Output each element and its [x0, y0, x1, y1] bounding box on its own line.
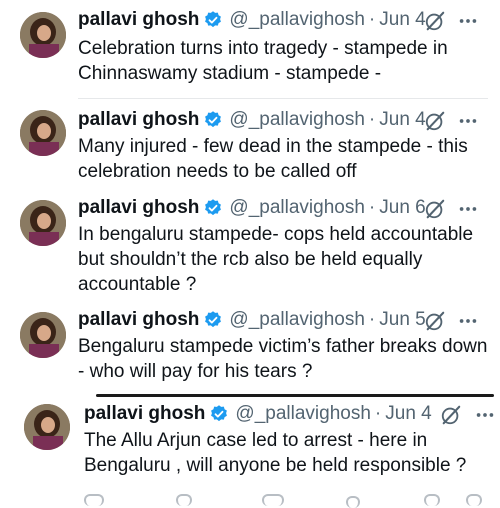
- verified-badge-icon: [203, 110, 223, 130]
- author-handle[interactable]: @_pallavighosh: [235, 403, 371, 425]
- more-options-icon[interactable]: [457, 10, 479, 32]
- author-handle[interactable]: @_pallavighosh: [229, 9, 365, 31]
- tweet-2[interactable]: pallavi ghosh @_pallavighosh · Jun 4 Man…: [0, 100, 500, 192]
- tweet-header: pallavi ghosh @_pallavighosh · Jun 4: [78, 8, 426, 32]
- tweet-5[interactable]: pallavi ghosh @_pallavighosh · Jun 4 The…: [0, 396, 500, 500]
- verified-badge-icon: [209, 404, 229, 424]
- avatar[interactable]: [20, 312, 66, 358]
- tweet-date[interactable]: Jun 6: [379, 197, 425, 219]
- verified-badge-icon: [203, 198, 223, 218]
- author-name[interactable]: pallavi ghosh: [78, 109, 199, 131]
- more-options-icon[interactable]: [457, 110, 479, 132]
- tweet-date[interactable]: Jun 4: [379, 109, 425, 131]
- avatar-photo: [20, 200, 66, 246]
- tweet-3[interactable]: pallavi ghosh @_pallavighosh · Jun 6 In …: [0, 192, 500, 304]
- share-icon[interactable]: [466, 494, 482, 506]
- grok-slash-icon[interactable]: [440, 404, 462, 426]
- tweet-4[interactable]: pallavi ghosh @_pallavighosh · Jun 5 Ben…: [0, 304, 500, 390]
- tweet-header: pallavi ghosh @_pallavighosh · Jun 4: [78, 108, 426, 132]
- author-name[interactable]: pallavi ghosh: [78, 9, 199, 31]
- grok-slash-icon[interactable]: [424, 198, 446, 220]
- verified-badge-icon: [203, 10, 223, 30]
- avatar-photo: [20, 312, 66, 358]
- author-name[interactable]: pallavi ghosh: [84, 403, 205, 425]
- tweet-date[interactable]: Jun 4: [379, 9, 425, 31]
- separator-dot: ·: [368, 109, 376, 130]
- separator-dot: ·: [374, 403, 382, 424]
- views-icon[interactable]: [346, 496, 360, 508]
- author-name[interactable]: pallavi ghosh: [78, 197, 199, 219]
- more-options-icon[interactable]: [457, 198, 479, 220]
- like-icon[interactable]: [262, 494, 284, 506]
- repost-icon[interactable]: [176, 494, 192, 506]
- author-handle[interactable]: @_pallavighosh: [229, 309, 365, 331]
- tweet-text: Celebration turns into tragedy - stamped…: [78, 38, 448, 84]
- grok-slash-icon[interactable]: [424, 110, 446, 132]
- avatar-photo: [20, 110, 66, 156]
- grok-slash-icon[interactable]: [424, 310, 446, 332]
- divider: [78, 98, 488, 99]
- separator-dot: ·: [368, 197, 376, 218]
- verified-badge-icon: [203, 310, 223, 330]
- author-handle[interactable]: @_pallavighosh: [229, 109, 365, 131]
- tweet-header: pallavi ghosh @_pallavighosh · Jun 5: [78, 308, 426, 332]
- tweet-text: Many injured - few dead in the stampede …: [78, 136, 468, 182]
- separator-dot: ·: [368, 9, 376, 30]
- tweet-1[interactable]: pallavi ghosh @_pallavighosh · Jun 4 Cel…: [0, 0, 500, 100]
- tweet-header: pallavi ghosh @_pallavighosh · Jun 6: [78, 196, 426, 220]
- author-name[interactable]: pallavi ghosh: [78, 309, 199, 331]
- avatar[interactable]: [24, 404, 70, 450]
- separator-dot: ·: [368, 309, 376, 330]
- bookmark-icon[interactable]: [424, 494, 440, 506]
- grok-slash-icon[interactable]: [424, 10, 446, 32]
- more-options-icon[interactable]: [474, 404, 496, 426]
- tweet-text: In bengaluru stampede- cops held account…: [78, 224, 474, 295]
- more-options-icon[interactable]: [457, 310, 479, 332]
- author-handle[interactable]: @_pallavighosh: [229, 197, 365, 219]
- tweet-header: pallavi ghosh @_pallavighosh · Jun 4: [84, 402, 432, 426]
- tweet-date[interactable]: Jun 4: [385, 403, 431, 425]
- avatar-photo: [24, 404, 70, 450]
- tweet-text: The Allu Arjun case led to arrest - here…: [84, 430, 467, 476]
- avatar[interactable]: [20, 12, 66, 58]
- tweet-text: Bengaluru stampede victim’s father break…: [78, 336, 488, 382]
- avatar[interactable]: [20, 200, 66, 246]
- tweet-date[interactable]: Jun 5: [379, 309, 425, 331]
- reply-icon[interactable]: [84, 494, 104, 506]
- avatar-photo: [20, 12, 66, 58]
- avatar[interactable]: [20, 110, 66, 156]
